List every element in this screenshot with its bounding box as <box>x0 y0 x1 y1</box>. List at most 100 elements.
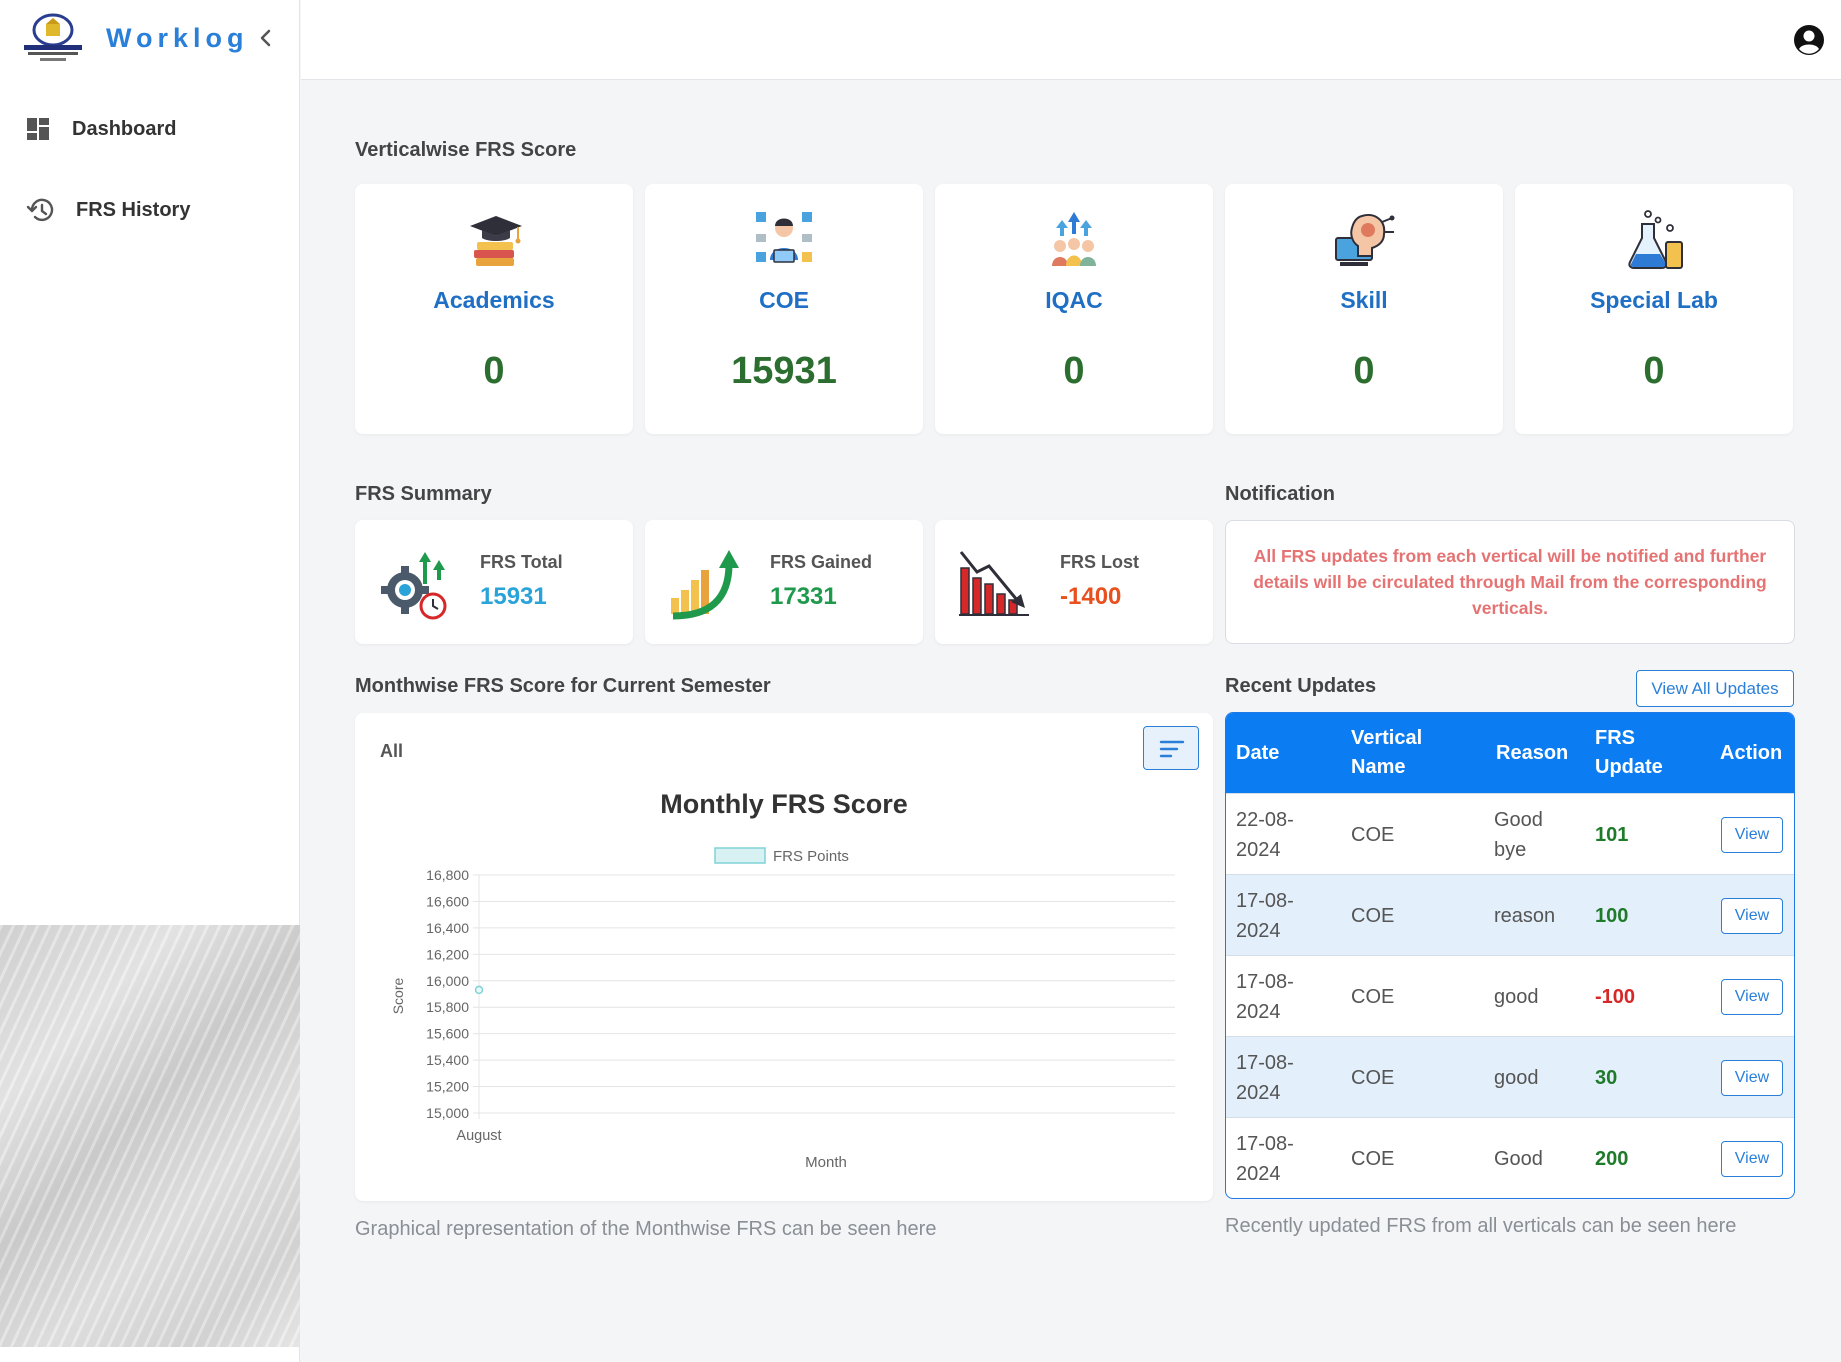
table-row: 17-08- 2024 COE good 30 View <box>1226 1036 1794 1117</box>
row-reason: good <box>1494 1066 1539 1089</box>
vertical-name: Academics <box>433 287 555 313</box>
sidebar-background-image <box>0 925 300 1347</box>
top-bar <box>301 0 1841 80</box>
row-vertical: COE <box>1351 823 1395 846</box>
row-vertical: COE <box>1351 985 1395 1008</box>
frs-gained-label: FRS Gained <box>770 552 873 572</box>
row-frs-update: 101 <box>1595 823 1629 846</box>
table-row: 17-08- 2024 COE Good 200 View <box>1226 1117 1794 1198</box>
brand: Worklog <box>20 12 249 64</box>
row-frs-update: 30 <box>1595 1066 1618 1089</box>
notification-box: All FRS updates from each vertical will … <box>1225 520 1795 644</box>
view-all-updates-button[interactable]: View All Updates <box>1636 670 1794 707</box>
sidebar-item-frs-history[interactable]: FRS History <box>26 197 190 223</box>
y-tick-label: 16,200 <box>426 946 469 962</box>
header-reason: Reason <box>1496 741 1569 764</box>
chart-title: Monthly FRS Score <box>660 789 908 819</box>
frs-total-label: FRS Total <box>480 552 563 572</box>
graduation-cap-icon <box>470 216 522 266</box>
skill-brain-icon <box>1335 214 1395 266</box>
row-action: View <box>1721 1118 1791 1198</box>
vertical-card-skill[interactable]: Skill 0 <box>1225 184 1503 434</box>
row-frs-update: -100 <box>1595 985 1636 1008</box>
vertical-score: 0 <box>1063 350 1085 392</box>
sidebar-item-dashboard[interactable]: Dashboard <box>26 117 176 141</box>
row-reason: Good bye <box>1494 808 1543 861</box>
row-date: 17-08- 2024 <box>1236 1132 1294 1185</box>
row-frs-update: 200 <box>1595 1147 1629 1170</box>
frs-gained-card: FRS Gained 17331 <box>645 520 923 644</box>
y-axis-label: Score <box>390 978 406 1015</box>
updates-table: Date Vertical Name Reason FRS Update Actio… <box>1225 712 1795 1199</box>
chart-caption: Graphical representation of the Monthwis… <box>355 1218 937 1240</box>
vertical-name: IQAC <box>1045 287 1103 313</box>
monthwise-chart-card: All Monthly FRS Score FRS Points 16,800 1… <box>355 713 1213 1201</box>
table-row: 17-08- 2024 COE good -100 View <box>1226 955 1794 1036</box>
y-tick-label: 16,600 <box>426 893 469 909</box>
coe-person-icon <box>756 212 812 263</box>
table-row: 22-08- 2024 COE Good bye 101 View <box>1226 793 1794 874</box>
updates-caption: Recently updated FRS from all verticals … <box>1225 1215 1737 1237</box>
account-circle-icon[interactable] <box>1793 24 1825 56</box>
header-action: Action <box>1720 741 1783 764</box>
notification-text: All FRS updates from each vertical will … <box>1253 546 1767 618</box>
frs-gained-value: 17331 <box>770 583 837 610</box>
vertical-card-coe[interactable]: COE 15931 <box>645 184 923 434</box>
gear-growth-icon <box>381 552 447 620</box>
row-date: 17-08- 2024 <box>1236 970 1294 1023</box>
vertical-score: 0 <box>1353 350 1375 392</box>
header-vertical-name: Vertical Name <box>1351 727 1423 778</box>
y-tick-label: 16,400 <box>426 920 469 936</box>
sidebar-item-label: Dashboard <box>72 117 177 140</box>
vertical-card-iqac[interactable]: IQAC 0 <box>935 184 1213 434</box>
x-axis-label: Month <box>805 1154 847 1171</box>
view-button[interactable]: View <box>1721 816 1783 853</box>
header-frs-update: FRS Update <box>1595 727 1663 778</box>
vertical-score: 0 <box>483 350 505 392</box>
summary-title: FRS Summary <box>355 483 492 505</box>
table-row: 17-08- 2024 COE reason 100 View <box>1226 874 1794 955</box>
legend-swatch <box>714 847 766 864</box>
brand-name: Worklog <box>106 22 249 53</box>
monthly-frs-chart: Monthly FRS Score FRS Points 16,800 16,60… <box>390 789 1175 1171</box>
view-button[interactable]: View <box>1721 1059 1783 1096</box>
y-tick-label: 15,800 <box>426 999 469 1015</box>
row-vertical: COE <box>1351 904 1395 927</box>
recent-updates-title: Recent Updates <box>1225 675 1377 697</box>
row-action: View <box>1721 1037 1791 1118</box>
row-action: View <box>1721 956 1791 1037</box>
sidebar: Worklog Dashboard FRS History <box>0 0 300 1362</box>
row-date: 17-08- 2024 <box>1236 889 1294 942</box>
vertical-score: 15931 <box>731 350 837 392</box>
row-action: View <box>1721 875 1791 956</box>
y-tick-label: 16,800 <box>426 867 469 883</box>
row-vertical: COE <box>1351 1066 1395 1089</box>
row-reason: reason <box>1494 904 1556 927</box>
vertical-name: COE <box>759 287 809 313</box>
sidebar-item-label: FRS History <box>76 198 191 221</box>
vertical-card-special-lab[interactable]: Special Lab 0 <box>1515 184 1793 434</box>
data-point[interactable] <box>474 985 484 995</box>
row-action: View <box>1721 794 1791 875</box>
row-frs-update: 100 <box>1595 904 1629 927</box>
vertical-score: 0 <box>1643 350 1665 392</box>
frs-lost-value: -1400 <box>1060 583 1122 610</box>
lab-flask-icon <box>1628 210 1683 269</box>
dashboard-icon <box>27 118 49 140</box>
vertical-name: Skill <box>1340 287 1388 313</box>
row-reason: good <box>1494 985 1539 1008</box>
frs-lost-card: FRS Lost -1400 <box>935 520 1213 644</box>
view-button[interactable]: View <box>1721 978 1783 1015</box>
loss-chart-icon <box>959 551 1029 616</box>
y-tick-label: 15,200 <box>426 1079 469 1095</box>
view-button[interactable]: View <box>1721 897 1783 934</box>
y-tick-label: 15,600 <box>426 1026 469 1042</box>
verticals-title: Verticalwise FRS Score <box>355 139 577 161</box>
chevron-left-icon[interactable] <box>255 26 277 50</box>
y-tick-label: 15,000 <box>426 1105 469 1121</box>
legend-label: FRS Points <box>773 848 849 865</box>
row-date: 17-08- 2024 <box>1236 1051 1294 1104</box>
vertical-card-academics[interactable]: Academics 0 <box>355 184 633 434</box>
history-icon <box>26 198 54 222</box>
view-button[interactable]: View <box>1721 1140 1783 1177</box>
